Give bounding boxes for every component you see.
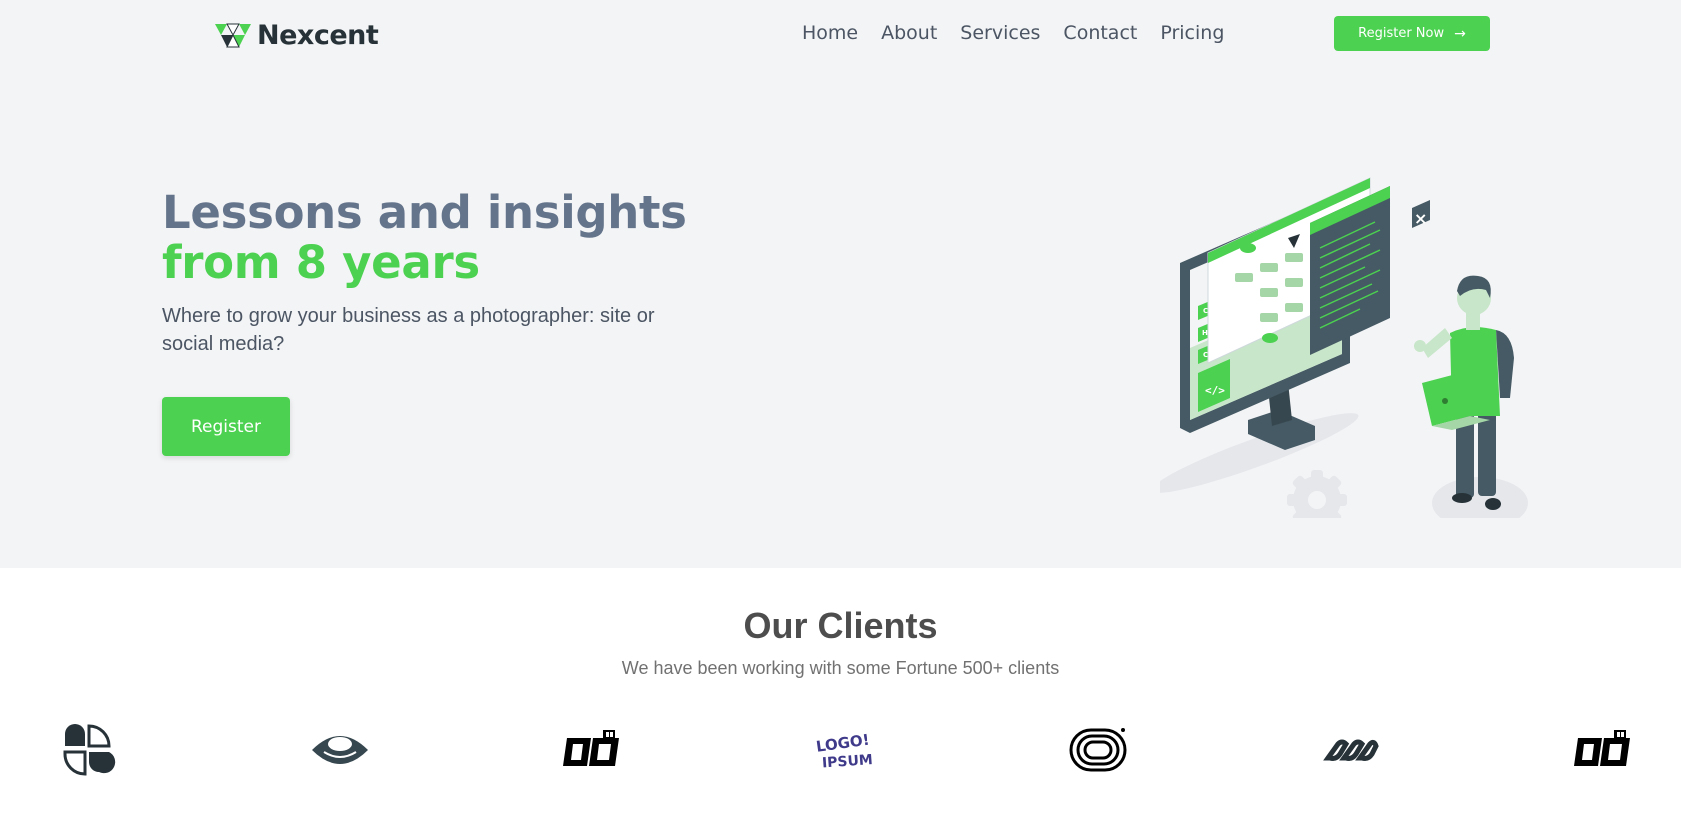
svg-text:×: × — [1414, 209, 1427, 228]
developer-with-laptop-illustration: </> CSS HTML C++ — [1160, 177, 1528, 518]
close-icon: × — [1412, 200, 1430, 228]
brand-logo[interactable]: Nexcent — [215, 20, 379, 51]
svg-text:IPSUM: IPSUM — [821, 752, 873, 772]
client-logo-loop — [1069, 728, 1127, 772]
client-logo-ipsum: LOGO! IPSUM — [815, 731, 873, 772]
hero-title-line2: from 8 years — [162, 236, 480, 289]
svg-text:</>: </> — [1205, 384, 1225, 397]
nav-services[interactable]: Services — [960, 22, 1040, 44]
hero-title-line1: Lessons and insights — [162, 186, 687, 239]
nav-home[interactable]: Home — [802, 22, 858, 44]
nexcent-logo-icon — [215, 23, 251, 47]
client-logo-eye — [312, 736, 368, 764]
brand-name: Nexcent — [257, 20, 379, 51]
nav-about[interactable]: About — [881, 22, 937, 44]
main-nav: Home About Services Contact Pricing — [802, 22, 1224, 44]
clients-title: Our Clients — [743, 605, 938, 646]
client-logo-blocks — [1574, 730, 1630, 766]
register-now-button[interactable]: Register Now → — [1334, 16, 1490, 51]
register-button[interactable]: Register — [162, 397, 290, 456]
arrow-right-icon: → — [1454, 25, 1466, 42]
nav-contact[interactable]: Contact — [1063, 22, 1137, 44]
nav-pricing[interactable]: Pricing — [1160, 22, 1224, 44]
hero-section: Lessons and insights from 8 years Where … — [0, 70, 1681, 568]
gear-icon — [1287, 470, 1347, 518]
client-logo-blocks — [563, 730, 619, 766]
client-logos-row: LOGO! IPSUM — [0, 724, 1681, 780]
clients-subtitle: We have been working with some Fortune 5… — [621, 658, 1060, 678]
hero-title: Lessons and insights from 8 years — [162, 188, 687, 288]
site-header: Nexcent Home About Services Contact Pric… — [0, 0, 1681, 70]
register-now-label: Register Now — [1358, 26, 1445, 41]
client-logo-infinity — [1323, 739, 1379, 761]
client-logo-quarters — [63, 724, 116, 776]
hero-subtitle: Where to grow your business as a photogr… — [162, 305, 655, 355]
